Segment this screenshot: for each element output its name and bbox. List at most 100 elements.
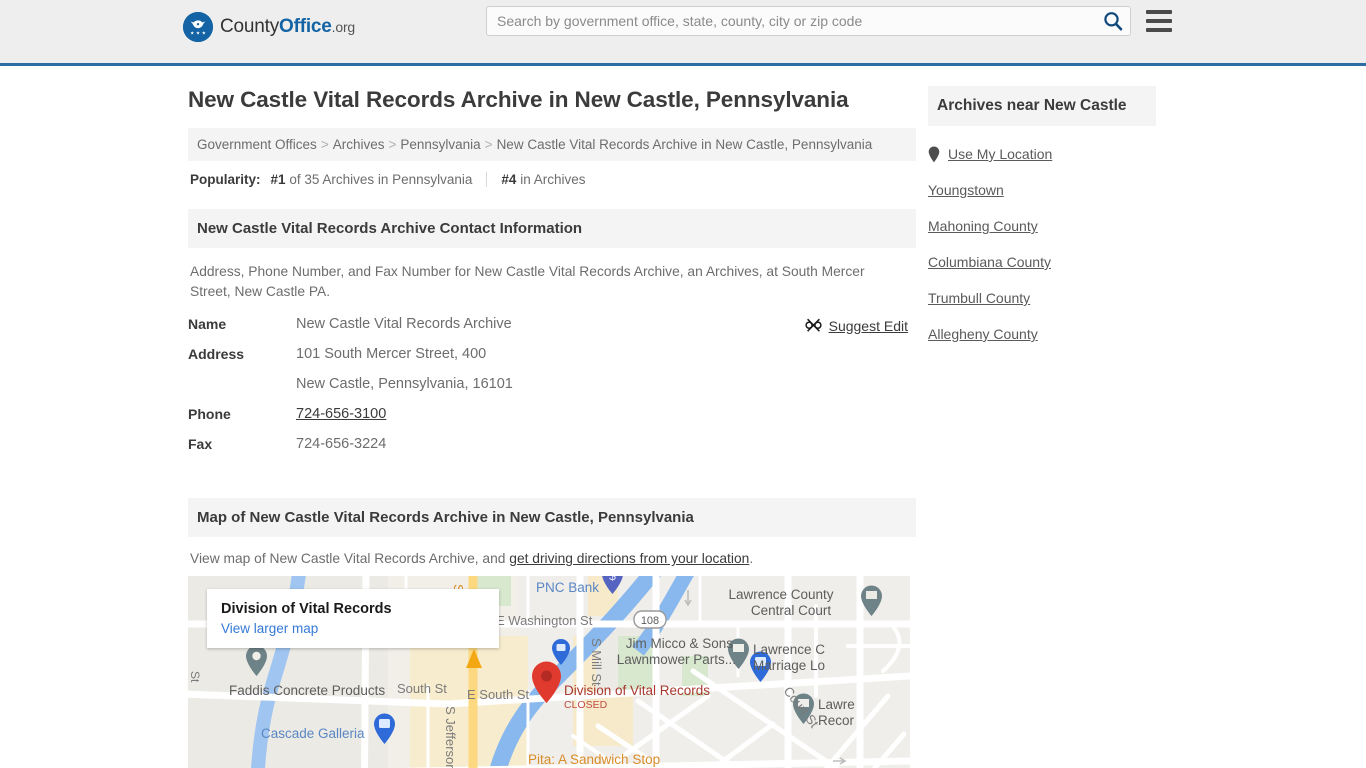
detail-value: 724-656-3100 [296, 406, 386, 422]
map-label-marriage-1: Lawrence C [753, 642, 825, 657]
popularity-overall: #4 in Archives [487, 172, 585, 187]
map-label-lawrence-central-2: Central Court [751, 603, 832, 618]
brand-part-office: Office [279, 16, 332, 37]
detail-row-phone: Phone 724-656-3100 [188, 406, 910, 436]
contact-section-description: Address, Phone Number, and Fax Number fo… [190, 264, 865, 299]
sidebar-item-use-my-location[interactable]: Use My Location [928, 136, 1156, 172]
map-label-vital-records: Division of Vital Records [564, 683, 710, 698]
sidebar-link-columbiana-county[interactable]: Columbiana County [928, 254, 1051, 270]
map-label-records-2: Recor [818, 713, 855, 728]
sidebar-item-trumbull-county[interactable]: Trumbull County [928, 280, 1156, 316]
hamburger-bar [1146, 28, 1172, 32]
site-logo-link[interactable]: CountyOffice.org [183, 12, 355, 42]
detail-value: New Castle Vital Records Archive [296, 316, 512, 332]
hamburger-bar [1146, 19, 1172, 23]
map-section-heading: Map of New Castle Vital Records Archive … [188, 498, 916, 537]
sidebar-item-youngstown[interactable]: Youngstown [928, 172, 1156, 208]
map-label-jim-micco-1: Jim Micco & Sons [626, 636, 734, 651]
map-intro-suffix: . [749, 551, 754, 566]
detail-row-fax: Fax 724-656-3224 [188, 436, 910, 466]
breadcrumb-separator: > [484, 137, 493, 152]
sidebar-item-mahoning-county[interactable]: Mahoning County [928, 208, 1156, 244]
search-button[interactable] [1100, 10, 1126, 32]
detail-value: 101 South Mercer Street, 400 [296, 346, 487, 362]
search-bar [486, 6, 1131, 36]
map-street-west-side: St [188, 671, 202, 683]
driving-directions-link[interactable]: get driving directions from your locatio… [509, 551, 749, 566]
popularity-state-rank: #1 [270, 172, 286, 187]
detail-row-address: Address 101 South Mercer Street, 400 [188, 346, 910, 376]
sidebar-item-allegheny-county[interactable]: Allegheny County [928, 316, 1156, 352]
sidebar-link-youngstown[interactable]: Youngstown [928, 182, 1004, 198]
detail-row-name: Name New Castle Vital Records Archive [188, 316, 910, 346]
brand-part-tld: .org [331, 19, 356, 35]
map-label-faddis: Faddis Concrete Products [229, 683, 385, 698]
contact-section-heading: New Castle Vital Records Archive Contact… [188, 209, 916, 248]
popularity-state: #1 of 35 Archives in Pennsylvania [271, 172, 488, 187]
detail-value: New Castle, Pennsylvania, 16101 [296, 376, 513, 392]
breadcrumb-item-pennsylvania[interactable]: Pennsylvania [400, 137, 480, 152]
map-label-vital-records-status: CLOSED [564, 699, 608, 711]
contact-details-table: Suggest Edit Name New Castle Vital Recor… [188, 316, 910, 466]
header-inner: CountyOffice.org [183, 0, 1183, 63]
popularity-label: Popularity: [190, 172, 261, 187]
map-street-s-mill-st: S Mill St [589, 638, 604, 686]
search-input[interactable] [487, 7, 1087, 35]
suggest-edit-label: Suggest Edit [828, 317, 908, 334]
detail-key: Fax [188, 436, 213, 452]
sidebar: Archives near New Castle Use My Location… [928, 86, 1156, 352]
map-label-lawrence-central-1: Lawrence County [728, 587, 833, 602]
brand-part-county: County [220, 16, 280, 37]
detail-value: 724-656-3224 [296, 436, 387, 452]
breadcrumb-separator: > [388, 137, 397, 152]
suggest-edit-icon [804, 318, 822, 332]
detail-key: Name [188, 316, 227, 332]
detail-key: Address [188, 346, 245, 362]
sidebar-link-trumbull-county[interactable]: Trumbull County [928, 290, 1030, 306]
popularity-overall-text: in Archives [520, 172, 586, 187]
breadcrumb: Government Offices > Archives > Pennsylvania… [188, 128, 916, 161]
map-label-marriage-2: Marriage Lo [753, 658, 825, 673]
hamburger-menu-icon[interactable] [1146, 10, 1172, 32]
page-body: New Castle Vital Records Archive in New … [183, 66, 1183, 768]
map-street-e-washington-st: E Washington St [496, 613, 593, 628]
map-label-pita: Pita: A Sandwich Stop [528, 752, 660, 767]
map-info-card[interactable]: Division of Vital Records View larger ma… [207, 589, 499, 648]
map-pin-icon [928, 146, 940, 162]
breadcrumb-item-archives[interactable]: Archives [333, 137, 385, 152]
map-embed[interactable]: .rd { stroke:#ffffff; fill:none; stroke-… [188, 576, 910, 768]
hamburger-bar [1146, 10, 1172, 14]
svg-text:108: 108 [641, 615, 659, 627]
map-street-south-st: South St [397, 681, 447, 696]
sidebar-list: Use My Location Youngstown Mahoning Coun… [928, 126, 1156, 352]
phone-link[interactable]: 724-656-3100 [296, 406, 386, 422]
map-section-intro: View map of New Castle Vital Records Arc… [188, 537, 916, 576]
breadcrumb-item-government-offices[interactable]: Government Offices [197, 137, 317, 152]
map-label-cascade: Cascade Galleria [261, 726, 365, 741]
sidebar-link-use-my-location[interactable]: Use My Location [948, 146, 1052, 162]
eagle-stars-logo-icon [183, 12, 213, 42]
suggest-edit-button[interactable]: Suggest Edit [804, 317, 908, 334]
breadcrumb-item-current: New Castle Vital Records Archive in New … [496, 137, 873, 152]
map-card-title: Division of Vital Records [221, 601, 392, 617]
main-column: New Castle Vital Records Archive in New … [188, 86, 916, 768]
popularity-row: Popularity: #1 of 35 Archives in Pennsyl… [188, 161, 916, 193]
popularity-state-text: of 35 Archives in Pennsylvania [289, 172, 473, 187]
sidebar-item-columbiana-county[interactable]: Columbiana County [928, 244, 1156, 280]
breadcrumb-separator: > [320, 137, 329, 152]
search-icon [1104, 12, 1123, 31]
detail-key: Phone [188, 406, 231, 422]
view-larger-map-link[interactable]: View larger map [221, 621, 485, 636]
route-shield-108: 108 [633, 610, 667, 629]
map-intro-prefix: View map of New Castle Vital Records Arc… [190, 551, 510, 566]
map-label-jim-micco-2: Lawnmower Parts... [617, 652, 736, 667]
sidebar-heading: Archives near New Castle [928, 86, 1156, 126]
site-header: CountyOffice.org [0, 0, 1366, 66]
svg-text:$: $ [609, 576, 616, 583]
map-street-s-jefferson-st: S Jefferson St [443, 706, 458, 768]
sidebar-link-allegheny-county[interactable]: Allegheny County [928, 326, 1038, 342]
map-label-pnc: PNC Bank [536, 580, 599, 595]
detail-row-address-line2: New Castle, Pennsylvania, 16101 [188, 376, 910, 406]
map-label-records-1: Lawre [818, 697, 855, 712]
sidebar-link-mahoning-county[interactable]: Mahoning County [928, 218, 1038, 234]
